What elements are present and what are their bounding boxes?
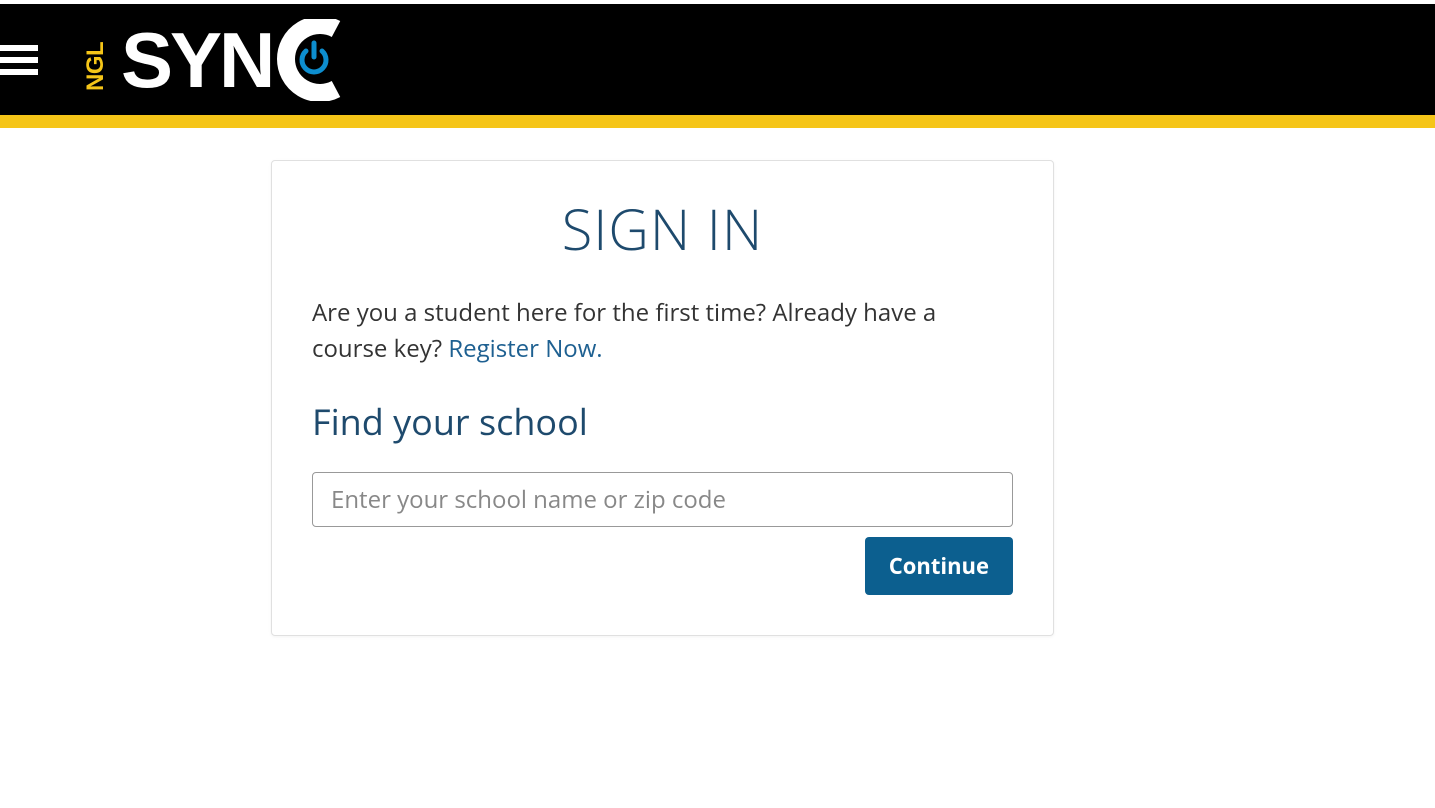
school-search-input[interactable]	[312, 472, 1013, 527]
logo[interactable]: NGL SYN	[86, 19, 386, 101]
button-row: Continue	[312, 537, 1013, 595]
intro-text-body: Are you a student here for the first tim…	[312, 296, 936, 365]
continue-button[interactable]: Continue	[865, 537, 1013, 595]
nglsync-logo-icon: NGL SYN	[86, 19, 386, 101]
register-now-link[interactable]: Register Now.	[448, 332, 602, 365]
intro-text: Are you a student here for the first tim…	[312, 295, 1013, 367]
main-content: SIGN IN Are you a student here for the f…	[0, 128, 1435, 676]
svg-text:NGL: NGL	[86, 41, 109, 90]
header: NGL SYN	[0, 4, 1435, 115]
svg-text:SYN: SYN	[121, 19, 272, 101]
hamburger-icon	[0, 45, 38, 75]
find-school-title: Find your school	[312, 397, 1013, 446]
hamburger-menu-button[interactable]	[0, 37, 38, 83]
yellow-accent-bar	[0, 115, 1435, 128]
sign-in-card: SIGN IN Are you a student here for the f…	[271, 160, 1054, 636]
page-title: SIGN IN	[312, 191, 1013, 267]
